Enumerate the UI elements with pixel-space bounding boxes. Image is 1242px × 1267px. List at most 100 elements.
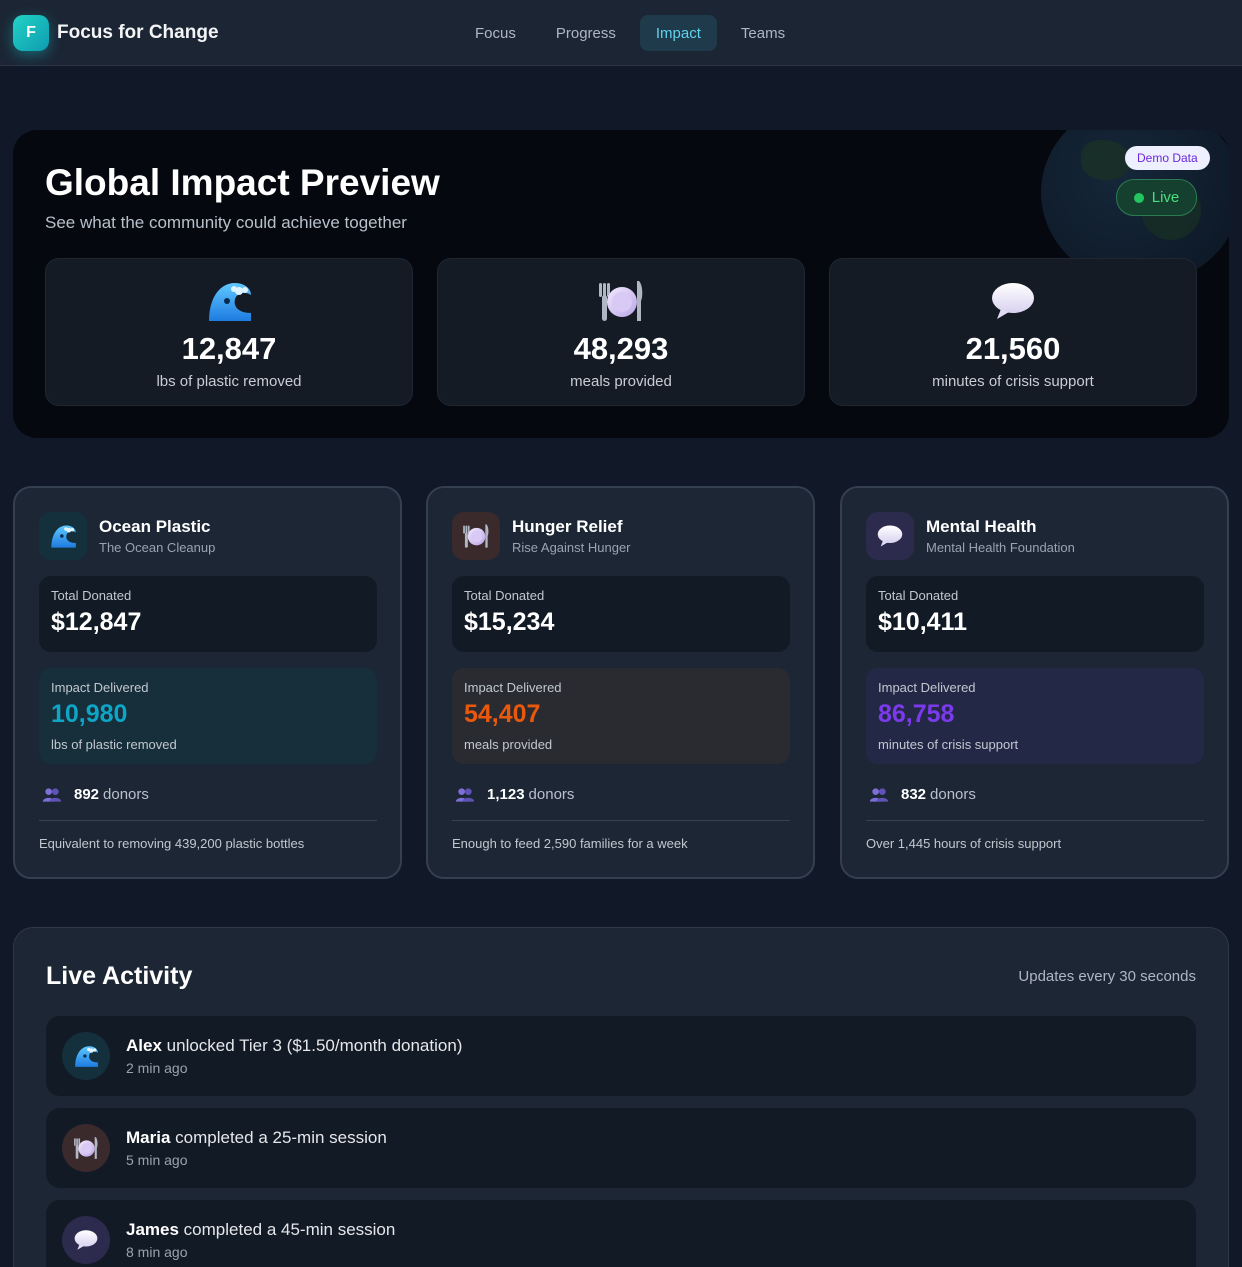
stat-card-plastic: 12,847 lbs of plastic removed	[45, 258, 413, 406]
nav-focus[interactable]: Focus	[455, 15, 536, 51]
donors-number: 1,123	[487, 786, 525, 803]
demo-data-badge: Demo Data	[1125, 146, 1210, 170]
cause-header: Ocean Plastic The Ocean Cleanup	[39, 512, 215, 560]
donors-number: 892	[74, 786, 100, 803]
activity-time: 2 min ago	[126, 1060, 188, 1076]
brand[interactable]: F Focus for Change	[13, 15, 219, 51]
hero-title: Global Impact Preview	[45, 162, 440, 203]
cause-org: Mental Health Foundation	[926, 540, 1075, 555]
cause-card-hunger-relief[interactable]: Hunger Relief Rise Against Hunger Total …	[426, 486, 815, 879]
nav-progress[interactable]: Progress	[536, 15, 636, 51]
speech-bubble-icon	[830, 277, 1196, 323]
hero-subtitle: See what the community could achieve tog…	[45, 213, 407, 232]
impact-unit: minutes of crisis support	[878, 737, 1019, 752]
live-dot-icon	[1133, 192, 1144, 203]
cause-org: The Ocean Cleanup	[99, 540, 216, 555]
cause-name: Ocean Plastic	[99, 517, 211, 536]
cause-card-mental-health[interactable]: Mental Health Mental Health Foundation T…	[840, 486, 1229, 879]
cause-header: Hunger Relief Rise Against Hunger	[452, 512, 631, 560]
people-icon	[42, 787, 62, 803]
impact-delivered-box: Impact Delivered 54,407 meals provided	[452, 668, 790, 764]
total-donated-box: Total Donated $15,234	[452, 576, 790, 652]
donors-label: donors	[103, 786, 149, 803]
donors-count: 832 donors	[869, 786, 976, 803]
nav-impact[interactable]: Impact	[639, 15, 717, 51]
nav-teams[interactable]: Teams	[721, 15, 805, 51]
divider	[866, 820, 1204, 821]
total-donated-value: $12,847	[51, 608, 142, 636]
cause-org: Rise Against Hunger	[512, 540, 631, 555]
impact-delivered-value: 10,980	[51, 700, 128, 728]
activity-action: unlocked Tier 3 ($1.50/month donation)	[166, 1036, 463, 1055]
donors-count: 892 donors	[42, 786, 149, 803]
impact-delivered-label: Impact Delivered	[878, 680, 976, 695]
activity-user: Maria	[126, 1128, 171, 1147]
activity-user: Alex	[126, 1036, 162, 1055]
cause-name: Hunger Relief	[512, 517, 623, 536]
impact-delivered-label: Impact Delivered	[464, 680, 562, 695]
update-interval-note: Updates every 30 seconds	[1018, 968, 1196, 985]
activity-action: completed a 45-min session	[183, 1220, 396, 1239]
impact-delivered-value: 86,758	[878, 700, 955, 728]
donors-count: 1,123 donors	[455, 786, 574, 803]
impact-delivered-box: Impact Delivered 86,758 minutes of crisi…	[866, 668, 1204, 764]
plate-icon	[62, 1124, 110, 1172]
cause-footnote: Over 1,445 hours of crisis support	[866, 836, 1062, 851]
activity-item[interactable]: Maria completed a 25-min session 5 min a…	[46, 1108, 1196, 1188]
stat-card-meals: 48,293 meals provided	[437, 258, 805, 406]
wave-icon	[62, 1032, 110, 1080]
activity-text: Maria completed a 25-min session	[126, 1128, 387, 1148]
activity-time: 8 min ago	[126, 1244, 188, 1260]
main-nav: Focus Progress Impact Teams	[455, 15, 805, 51]
wave-icon	[39, 512, 87, 560]
live-label: Live	[1151, 189, 1180, 206]
live-badge: Live	[1116, 179, 1197, 216]
activity-user: James	[126, 1220, 179, 1239]
impact-delivered-label: Impact Delivered	[51, 680, 149, 695]
cause-footnote: Equivalent to removing 439,200 plastic b…	[39, 836, 305, 851]
total-donated-label: Total Donated	[464, 588, 545, 603]
brand-logo[interactable]: F	[13, 15, 49, 51]
plate-icon	[438, 277, 804, 323]
impact-delivered-value: 54,407	[464, 700, 541, 728]
total-donated-value: $15,234	[464, 608, 555, 636]
activity-item[interactable]: James completed a 45-min session 8 min a…	[46, 1200, 1196, 1267]
stat-value: 21,560	[965, 331, 1061, 366]
impact-unit: lbs of plastic removed	[51, 737, 177, 752]
impact-delivered-box: Impact Delivered 10,980 lbs of plastic r…	[39, 668, 377, 764]
total-donated-label: Total Donated	[878, 588, 959, 603]
cause-footnote: Enough to feed 2,590 families for a week	[452, 836, 688, 851]
stat-label: meals provided	[570, 373, 672, 390]
people-icon	[869, 787, 889, 803]
people-icon	[455, 787, 475, 803]
activity-time: 5 min ago	[126, 1152, 188, 1168]
activity-action: completed a 25-min session	[175, 1128, 387, 1147]
cause-header: Mental Health Mental Health Foundation	[866, 512, 1075, 560]
live-activity-panel: Live Activity Updates every 30 seconds A…	[13, 927, 1229, 1267]
plate-icon	[452, 512, 500, 560]
activity-item[interactable]: Alex unlocked Tier 3 ($1.50/month donati…	[46, 1016, 1196, 1096]
speech-bubble-icon	[866, 512, 914, 560]
live-activity-title: Live Activity	[46, 962, 193, 990]
stat-value: 12,847	[181, 331, 277, 366]
activity-text: James completed a 45-min session	[126, 1220, 395, 1240]
cause-card-ocean-plastic[interactable]: Ocean Plastic The Ocean Cleanup Total Do…	[13, 486, 402, 879]
stat-label: lbs of plastic removed	[156, 373, 302, 390]
donors-label: donors	[528, 786, 575, 803]
brand-name[interactable]: Focus for Change	[57, 22, 219, 44]
total-donated-value: $10,411	[878, 608, 967, 636]
donors-number: 832	[901, 786, 927, 803]
activity-text: Alex unlocked Tier 3 ($1.50/month donati…	[126, 1036, 462, 1056]
total-donated-label: Total Donated	[51, 588, 132, 603]
divider	[452, 820, 790, 821]
global-impact-hero: Global Impact Preview See what the commu…	[13, 130, 1229, 438]
impact-unit: meals provided	[464, 737, 553, 752]
total-donated-box: Total Donated $12,847	[39, 576, 377, 652]
divider	[39, 820, 377, 821]
stat-label: minutes of crisis support	[932, 373, 1094, 390]
cause-name: Mental Health	[926, 517, 1037, 536]
top-bar: F Focus for Change Focus Progress Impact…	[0, 0, 1242, 66]
stat-value: 48,293	[573, 331, 669, 366]
speech-bubble-icon	[62, 1216, 110, 1264]
stat-card-support: 21,560 minutes of crisis support	[829, 258, 1197, 406]
